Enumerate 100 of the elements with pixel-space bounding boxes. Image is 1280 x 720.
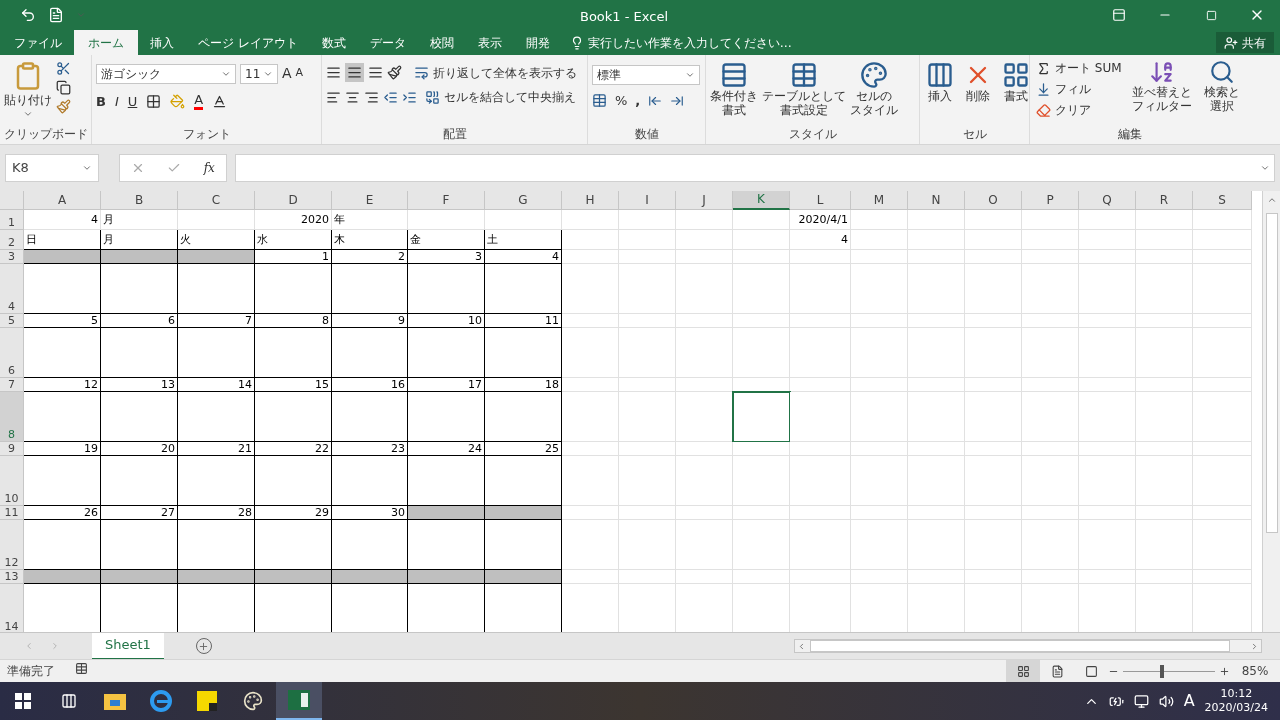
grid-cell[interactable] xyxy=(408,263,485,314)
fill-button[interactable]: フィル xyxy=(1036,80,1122,98)
table-cell[interactable]: 4 xyxy=(24,209,101,230)
column-header[interactable]: I xyxy=(619,190,676,210)
bold-button[interactable]: B xyxy=(96,92,106,112)
table-cell[interactable]: 年 xyxy=(332,209,408,230)
column-header[interactable]: Q xyxy=(1079,190,1136,210)
style-button[interactable]: セルの スタイル xyxy=(848,61,900,117)
grid-cell[interactable] xyxy=(408,519,485,570)
wrap-text-button[interactable]: 折り返して全体を表示する xyxy=(414,63,577,82)
find-select-button[interactable]: 検索と 選択 xyxy=(1201,59,1242,119)
increase-decimal-icon[interactable] xyxy=(648,93,663,108)
zoom-in-icon[interactable] xyxy=(1219,665,1230,677)
italic-button[interactable]: I xyxy=(114,92,119,112)
table-cell[interactable]: 月 xyxy=(101,229,178,250)
select-all-corner[interactable] xyxy=(0,190,24,210)
table-cell[interactable]: 土 xyxy=(485,229,562,250)
row-header[interactable]: 12 xyxy=(0,519,24,570)
folder-icon[interactable] xyxy=(104,692,126,710)
increase-indent-icon[interactable] xyxy=(402,89,417,105)
ribbon-tab[interactable]: ファイル xyxy=(2,30,74,55)
grid-cell[interactable] xyxy=(178,327,255,378)
style-button[interactable]: テーブルとして 書式設定 xyxy=(760,61,848,117)
share-button[interactable]: 共有 xyxy=(1216,32,1274,53)
percent-button[interactable]: % xyxy=(615,91,628,111)
sticky-note-icon[interactable] xyxy=(197,691,217,711)
grid-cell[interactable] xyxy=(332,263,408,314)
table-cell[interactable]: 水 xyxy=(255,229,332,250)
column-header[interactable]: E xyxy=(332,190,408,210)
font-name-field[interactable]: 游ゴシック xyxy=(96,63,236,84)
column-header[interactable]: P xyxy=(1022,190,1079,210)
selected-cell[interactable] xyxy=(733,391,790,442)
grid-cell[interactable] xyxy=(101,455,178,506)
formula-input-field[interactable] xyxy=(235,153,1275,182)
align-top-icon[interactable] xyxy=(326,65,341,80)
borders-icon[interactable] xyxy=(146,94,162,110)
column-header[interactable]: R xyxy=(1136,190,1193,210)
grid-cell[interactable] xyxy=(332,327,408,378)
grid-cell[interactable] xyxy=(408,391,485,442)
column-header[interactable]: C xyxy=(178,190,255,210)
grid-cell[interactable] xyxy=(255,263,332,314)
scroll-right-icon[interactable] xyxy=(1250,641,1259,651)
table-cell[interactable]: 金 xyxy=(408,229,485,250)
row-header[interactable]: 10 xyxy=(0,455,24,506)
zoom-level[interactable]: 85% xyxy=(1230,662,1280,680)
form-icon[interactable] xyxy=(48,7,64,23)
ribbon-tab[interactable]: ホーム xyxy=(74,30,138,55)
comma-button[interactable]: , xyxy=(635,91,641,111)
vertical-scrollbar[interactable] xyxy=(1262,190,1280,632)
table-cell[interactable]: 月 xyxy=(101,209,178,230)
grid-cell[interactable] xyxy=(255,391,332,442)
align-center-icon[interactable] xyxy=(345,89,360,105)
grid-cell[interactable] xyxy=(485,327,562,378)
row-header[interactable]: 1 xyxy=(0,209,24,230)
number-format-field[interactable]: 標準 xyxy=(592,65,700,85)
column-header[interactable]: A xyxy=(24,190,101,210)
grid-cell[interactable] xyxy=(332,391,408,442)
row-header[interactable]: 6 xyxy=(0,327,24,378)
ribbon-tab[interactable]: 表示 xyxy=(465,30,514,55)
font-size-field[interactable]: 11 xyxy=(240,63,278,84)
table-cell[interactable]: 日 xyxy=(24,229,101,250)
font-color-button[interactable]: A xyxy=(194,93,204,111)
grid-cell[interactable] xyxy=(101,263,178,314)
autosum-button[interactable]: オート SUM xyxy=(1036,59,1122,77)
table-cell[interactable]: 4 xyxy=(790,229,851,250)
align-right-icon[interactable] xyxy=(364,89,379,105)
ribbon-tab[interactable]: 挿入 xyxy=(138,30,186,55)
grid-cell[interactable] xyxy=(24,391,101,442)
sheet-tab[interactable]: Sheet1 xyxy=(92,632,164,660)
scroll-left-icon[interactable] xyxy=(797,641,806,651)
normal-view-icon[interactable] xyxy=(1006,659,1040,683)
column-header[interactable]: M xyxy=(851,190,908,210)
zoom-slider-track[interactable] xyxy=(1123,664,1215,678)
style-button[interactable]: 条件付き 書式 xyxy=(708,61,760,117)
table-cell[interactable]: 火 xyxy=(178,229,255,250)
column-header[interactable]: G xyxy=(485,190,562,210)
row-header[interactable]: 4 xyxy=(0,263,24,314)
grid-cell[interactable] xyxy=(485,519,562,570)
fill-color-icon[interactable] xyxy=(170,94,186,110)
browser-icon[interactable] xyxy=(150,690,172,712)
grid-cell[interactable] xyxy=(24,519,101,570)
grid-cell[interactable] xyxy=(24,327,101,378)
align-left-icon[interactable] xyxy=(326,89,341,105)
grid-cell[interactable] xyxy=(178,455,255,506)
cut-icon[interactable] xyxy=(56,61,71,76)
ribbon-tab[interactable]: ページ レイアウト xyxy=(186,30,310,55)
speaker-icon[interactable] xyxy=(1158,693,1174,709)
column-header[interactable]: B xyxy=(101,190,178,210)
grow-font-button[interactable]: A xyxy=(282,63,292,84)
column-header[interactable]: H xyxy=(562,190,619,210)
align-bottom-icon[interactable] xyxy=(368,65,383,80)
grid-cell[interactable] xyxy=(24,455,101,506)
ime-indicator[interactable]: A xyxy=(1183,689,1195,713)
grid-cell[interactable] xyxy=(408,455,485,506)
zoom-slider-thumb[interactable] xyxy=(1159,664,1164,678)
row-header[interactable]: 8 xyxy=(0,391,24,442)
underline-button[interactable]: U xyxy=(127,92,138,112)
column-header[interactable]: F xyxy=(408,190,485,210)
grid-cell[interactable] xyxy=(24,263,101,314)
merge-center-button[interactable]: セルを結合して中央揃え xyxy=(425,88,576,106)
